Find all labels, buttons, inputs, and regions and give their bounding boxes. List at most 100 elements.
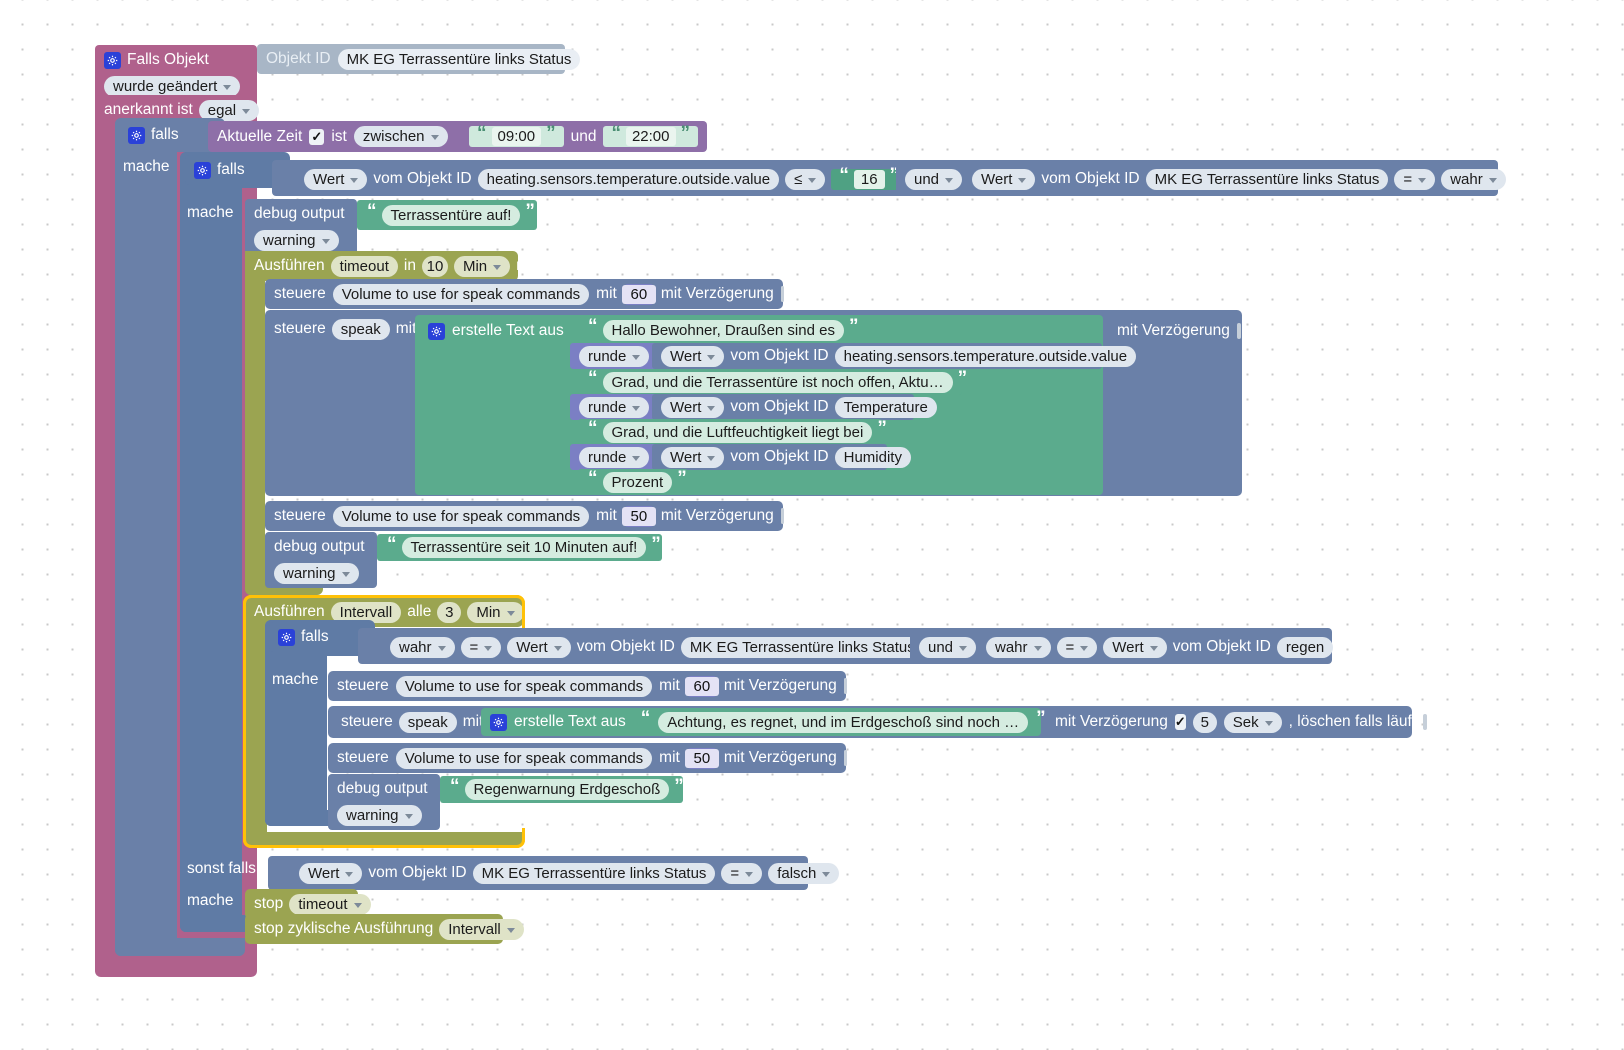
round-part-3-value-dropdown[interactable]: Wert (661, 396, 725, 418)
debug-2-text-block[interactable]: “ Terrassentüre seit 10 Minuten auf! ” (377, 534, 662, 561)
objekt-id-value-block[interactable]: Objekt ID MK EG Terrassentüre links Stat… (257, 44, 581, 74)
interval-unit-dropdown[interactable]: Min (467, 601, 524, 623)
round-part-1-dropdown[interactable]: runde (579, 345, 650, 367)
round-part-5[interactable]: runde (570, 444, 658, 470)
speak-1-row[interactable]: steuere speak mit (265, 314, 416, 344)
debug-3-severity-dropdown[interactable]: warning (337, 804, 422, 826)
volume-1-row[interactable]: steuere Volume to use for speak commands… (265, 279, 785, 309)
debug-3-severity-row[interactable]: warning (328, 800, 440, 830)
cond-a-number-field[interactable]: 16 (853, 169, 885, 189)
round-part-5-dropdown[interactable]: runde (579, 446, 650, 468)
else-if-object-id[interactable]: MK EG Terrassentüre links Status (472, 862, 716, 884)
speak-2-delay-group[interactable]: mit Verzögerung ✓ 5 Sek , löschen falls … (1046, 707, 1427, 737)
create-text-1-header[interactable]: erstelle Text aus (419, 316, 569, 346)
rain-cond-b-bool-dropdown[interactable]: wahr (986, 636, 1051, 658)
stop-interval-name-dropdown[interactable]: Intervall (439, 918, 524, 940)
rain-cond-a-operator-dropdown[interactable]: = (460, 636, 502, 658)
round-part-5-value-dropdown[interactable]: Wert (661, 446, 725, 468)
interval-amount-field[interactable]: 3 (437, 601, 462, 623)
volume-4-target-field[interactable]: Volume to use for speak commands (395, 747, 653, 769)
time-from-wrapper[interactable]: “ 09:00 ” (469, 124, 564, 147)
rain-cond-b-operator-dropdown[interactable]: = (1056, 636, 1098, 658)
rain-cond-a-bool-dropdown[interactable]: wahr (390, 636, 455, 658)
volume-1-target-field[interactable]: Volume to use for speak commands (332, 283, 590, 305)
volume-3-row[interactable]: steuere Volume to use for speak commands… (328, 671, 848, 701)
rain-cond-a-value-dropdown[interactable]: Wert (507, 636, 571, 658)
speak-2-text-field[interactable]: Achtung, es regnet, und im Erdgeschoß si… (658, 711, 1029, 733)
text-part-2-field[interactable]: Grad, und die Terrassentüre ist noch off… (602, 371, 953, 393)
gear-icon[interactable] (490, 713, 507, 731)
create-text-2-block[interactable]: erstelle Text aus “ Achtung, es regnet, … (481, 708, 1046, 736)
volume-2-row[interactable]: steuere Volume to use for speak commands… (265, 501, 785, 531)
else-if-condition[interactable]: Wert vom Objekt ID MK EG Terrassentüre l… (290, 859, 840, 887)
timeout-header[interactable]: Ausführen timeout in 10 Min ms (245, 251, 537, 281)
debug-3-text-field[interactable]: Regenwarnung Erdgeschoß (464, 779, 670, 800)
gear-icon[interactable] (104, 51, 121, 69)
time-operator-dropdown[interactable]: zwischen (353, 126, 448, 147)
volume-1-value-field[interactable]: 60 (621, 284, 657, 304)
rain-and-dropdown[interactable]: und (919, 636, 977, 658)
rain-cond-b-value-dropdown[interactable]: Wert (1103, 636, 1167, 658)
text-part-6-field[interactable]: Prozent (602, 471, 673, 493)
cond-a-value-dropdown[interactable]: Wert (304, 168, 368, 190)
stop-timeout-name-dropdown[interactable]: timeout (289, 893, 371, 915)
speak-2-clear-checkbox[interactable] (1423, 714, 1427, 730)
if-inner-condition-a[interactable]: Wert vom Objekt ID heating.sensors.tempe… (295, 164, 908, 194)
speak-2-delay-unit-dropdown[interactable]: Sek (1223, 711, 1282, 733)
cond-b-object-id-field[interactable]: MK EG Terrassentüre links Status (1145, 168, 1389, 190)
else-if-value-dropdown[interactable]: Wert (299, 862, 363, 884)
round-part-1-object-id[interactable]: heating.sensors.temperature.outside.valu… (834, 345, 1137, 367)
round-part-3-object-id[interactable]: Temperature (834, 396, 937, 418)
change-mode-dropdown[interactable]: wurde geändert (104, 75, 241, 97)
speak-1-delay-group[interactable]: mit Verzögerung (1108, 316, 1241, 346)
gear-icon[interactable] (428, 322, 445, 340)
volume-3-value-field[interactable]: 60 (684, 676, 720, 696)
volume-3-delay-checkbox[interactable] (843, 678, 848, 694)
speak-2-target-field[interactable]: speak (398, 711, 457, 733)
current-time-condition[interactable]: Aktuelle Zeit ✓ ist zwischen “ 09:00 ” u… (208, 121, 707, 152)
time-from-field[interactable]: 09:00 (491, 127, 542, 146)
round-part-5-object-id[interactable]: Humidity (834, 446, 911, 468)
interval-block-body[interactable] (245, 597, 267, 846)
timeout-block-body[interactable] (245, 251, 265, 595)
volume-3-target-field[interactable]: Volume to use for speak commands (395, 675, 653, 697)
debug-2-severity-row[interactable]: warning (265, 558, 377, 588)
cond-a-operator-dropdown[interactable]: ≤ (785, 168, 826, 190)
volume-4-value-field[interactable]: 50 (684, 748, 720, 768)
rain-cond-b-object-id[interactable]: regen (1276, 636, 1334, 658)
timeout-name-field[interactable]: timeout (330, 255, 398, 277)
debug-2-severity-dropdown[interactable]: warning (274, 562, 359, 584)
if-inner-condition-b[interactable]: Wert vom Objekt ID MK EG Terrassentüre l… (963, 164, 1506, 194)
if-rain-condition-b[interactable]: wahr = Wert vom Objekt ID regen (977, 632, 1334, 662)
speak-2-row[interactable]: steuere speak mit (332, 707, 483, 737)
cond-a-object-id-field[interactable]: heating.sensors.temperature.outside.valu… (477, 168, 780, 190)
debug-1-text-field[interactable]: Terrassentüre auf! (381, 204, 521, 226)
volume-2-value-wrapper[interactable]: 50 (621, 505, 657, 527)
speak-2-delay-amount-field[interactable]: 5 (1192, 711, 1217, 733)
speak-2-delay-checkbox[interactable]: ✓ (1174, 714, 1186, 730)
cond-b-operator-dropdown[interactable]: = (1394, 168, 1436, 190)
stop-interval-row[interactable]: stop zyklische Ausführung Intervall (245, 914, 524, 944)
round-part-3-dropdown[interactable]: runde (579, 396, 650, 418)
text-part-6[interactable]: “ Prozent ” (578, 469, 688, 495)
round-part-3-value[interactable]: Wert vom Objekt ID Temperature (652, 394, 937, 420)
timeout-amount-field[interactable]: 10 (421, 255, 448, 277)
debug-1-severity-dropdown[interactable]: warning (254, 229, 339, 251)
volume-3-value-wrapper[interactable]: 60 (684, 675, 720, 697)
time-to-field[interactable]: 22:00 (625, 127, 676, 146)
volume-4-value-wrapper[interactable]: 50 (684, 747, 720, 769)
timeout-unit-dropdown[interactable]: Min (453, 255, 511, 277)
volume-4-row[interactable]: steuere Volume to use for speak commands… (328, 743, 848, 773)
volume-1-value-wrapper[interactable]: 60 (621, 283, 657, 305)
debug-2-text-field[interactable]: Terrassentüre seit 10 Minuten auf! (401, 537, 647, 558)
round-part-1-value[interactable]: Wert vom Objekt ID heating.sensors.tempe… (652, 343, 1137, 369)
else-if-compare-dropdown[interactable]: falsch (768, 862, 840, 884)
round-part-3[interactable]: runde (570, 394, 658, 420)
cond-b-compare-dropdown[interactable]: wahr (1441, 168, 1506, 190)
time-to-wrapper[interactable]: “ 22:00 ” (603, 124, 698, 147)
debug-3-text-block[interactable]: “ Regenwarnung Erdgeschoß ” (440, 776, 684, 803)
gear-icon[interactable] (128, 126, 145, 144)
speak-1-target-field[interactable]: speak (331, 318, 390, 340)
volume-2-value-field[interactable]: 50 (621, 506, 657, 526)
text-part-0-field[interactable]: Hallo Bewohner, Draußen sind es (602, 319, 844, 341)
